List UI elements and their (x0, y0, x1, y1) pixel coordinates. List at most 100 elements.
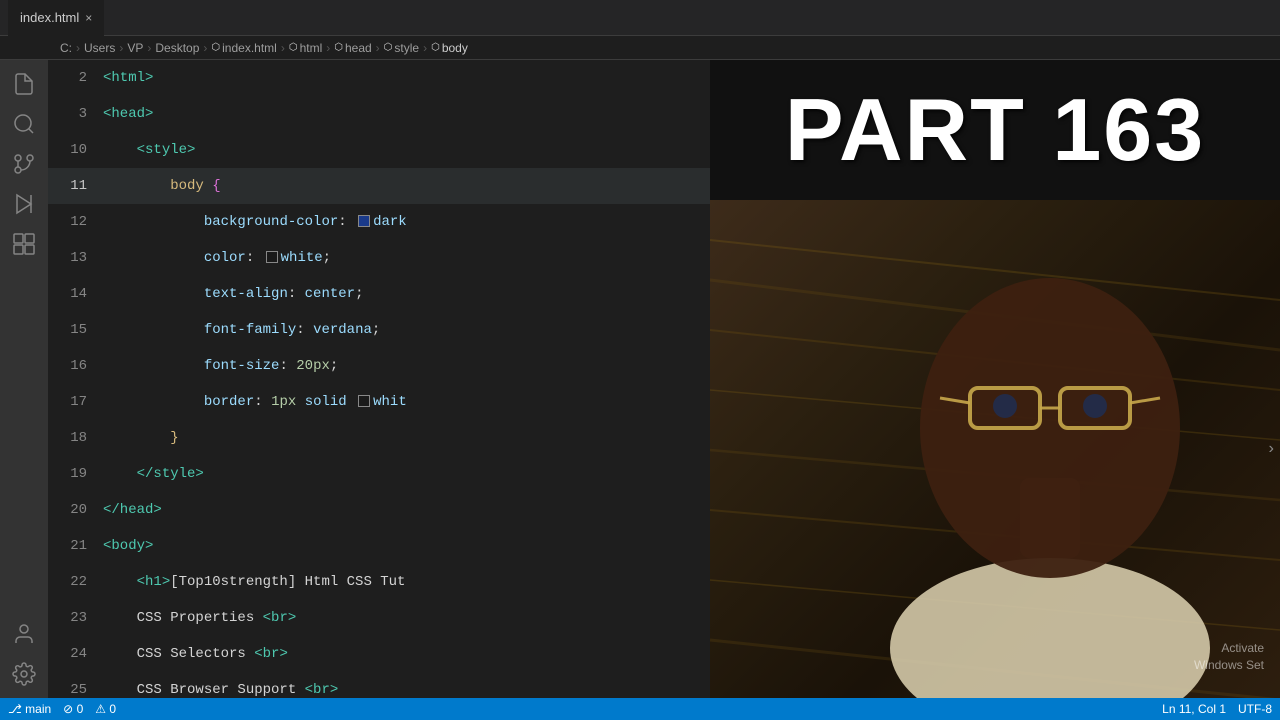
line-number: 19 (48, 456, 103, 492)
code-line-20: 20 </head> (48, 492, 758, 528)
breadcrumb-item: VP (127, 41, 143, 55)
extensions-icon[interactable] (8, 228, 40, 260)
line-number: 12 (48, 204, 103, 240)
color-swatch-white (358, 395, 370, 407)
activate-line1: Activate (1194, 640, 1264, 657)
code-line-21: 21 <body> (48, 528, 758, 564)
encoding: UTF-8 (1238, 702, 1272, 716)
status-bar: ⎇ main ⊘ 0 ⚠ 0 Ln 11, Col 1 UTF-8 (0, 698, 1280, 720)
part-title: PART 163 (785, 79, 1205, 181)
breadcrumb-item: style (394, 41, 419, 55)
line-number: 3 (48, 96, 103, 132)
line-number: 10 (48, 132, 103, 168)
line-content: CSS Properties <br> (103, 600, 758, 636)
code-line-2: 2 <html> (48, 60, 758, 96)
line-number: 15 (48, 312, 103, 348)
line-number: 16 (48, 348, 103, 384)
activate-watermark: Activate Windows Set (1194, 640, 1264, 674)
tab-bar: index.html × (0, 0, 1280, 36)
code-line-14: 14 text-align: center; (48, 276, 758, 312)
line-content: <style> (103, 132, 758, 168)
errors-count: ⊘ 0 (63, 702, 83, 716)
color-swatch-blue (358, 215, 370, 227)
code-content: 2 <html> 3 <head> 10 <style> (48, 60, 758, 698)
git-branch[interactable]: ⎇ main (8, 702, 51, 716)
activity-bar-bottom (8, 618, 40, 698)
line-content: border: 1px solid whit (103, 384, 758, 420)
line-number: 18 (48, 420, 103, 456)
scroll-right-arrow[interactable]: › (1266, 440, 1276, 458)
files-icon[interactable] (8, 68, 40, 100)
line-content: <h1>[Top10strength] Html CSS Tut (103, 564, 758, 600)
code-line-25: 25 CSS Browser Support <br> (48, 672, 758, 698)
line-content: </style> (103, 456, 758, 492)
code-line-13: 13 color: white; (48, 240, 758, 276)
line-number: 22 (48, 564, 103, 600)
line-content: font-family: verdana; (103, 312, 758, 348)
webcam-panel: Activate Windows Set › (710, 200, 1280, 698)
line-number: 21 (48, 528, 103, 564)
title-overlay: PART 163 (710, 60, 1280, 200)
breadcrumb-item: index.html (222, 41, 277, 55)
line-number: 23 (48, 600, 103, 636)
source-control-icon[interactable] (8, 148, 40, 180)
settings-icon[interactable] (8, 658, 40, 690)
editor-area: 2 <html> 3 <head> 10 <style> (48, 60, 1280, 698)
code-line-10: 10 <style> (48, 132, 758, 168)
line-content: </head> (103, 492, 758, 528)
breadcrumb-item: head (345, 41, 372, 55)
breadcrumb-item: Users (84, 41, 115, 55)
warnings-count: ⚠ 0 (95, 702, 116, 716)
breadcrumb: C: › Users › VP › Desktop › ⬡ index.html… (0, 36, 1280, 60)
code-line-24: 24 CSS Selectors <br> (48, 636, 758, 672)
line-content: font-size: 20px; (103, 348, 758, 384)
breadcrumb-item: Desktop (155, 41, 199, 55)
overlay-panel: PART 163 (710, 60, 1280, 698)
tab-close-button[interactable]: × (85, 11, 92, 25)
line-number: 20 (48, 492, 103, 528)
main-layout: 2 <html> 3 <head> 10 <style> (0, 60, 1280, 698)
color-swatch-black (266, 251, 278, 263)
person-silhouette (850, 200, 1250, 698)
code-line-15: 15 font-family: verdana; (48, 312, 758, 348)
line-content: <head> (103, 96, 758, 132)
line-number: 13 (48, 240, 103, 276)
line-number: 17 (48, 384, 103, 420)
breadcrumb-item: html (300, 41, 323, 55)
search-icon[interactable] (8, 108, 40, 140)
line-content: color: white; (103, 240, 758, 276)
line-number: 14 (48, 276, 103, 312)
run-icon[interactable] (8, 188, 40, 220)
code-line-19: 19 </style> (48, 456, 758, 492)
code-line-11: 11 body { (48, 168, 758, 204)
line-content: <body> (103, 528, 758, 564)
index-html-tab[interactable]: index.html × (8, 0, 104, 36)
line-content: background-color: dark (103, 204, 758, 240)
line-content: CSS Selectors <br> (103, 636, 758, 672)
line-content: } (103, 420, 758, 456)
code-editor[interactable]: 2 <html> 3 <head> 10 <style> (48, 60, 758, 698)
code-line-22: 22 <h1>[Top10strength] Html CSS Tut (48, 564, 758, 600)
activity-bar (0, 60, 48, 698)
code-line-3: 3 <head> (48, 96, 758, 132)
line-content: text-align: center; (103, 276, 758, 312)
line-col: Ln 11, Col 1 (1162, 702, 1226, 716)
line-content: body { (103, 168, 758, 204)
webcam-background: Activate Windows Set › (710, 200, 1280, 698)
line-number: 25 (48, 672, 103, 698)
line-number: 11 (48, 168, 103, 204)
line-number: 24 (48, 636, 103, 672)
account-icon[interactable] (8, 618, 40, 650)
line-number: 2 (48, 60, 103, 96)
code-line-18: 18 } (48, 420, 758, 456)
line-content: <html> (103, 60, 758, 96)
code-line-23: 23 CSS Properties <br> (48, 600, 758, 636)
line-content: CSS Browser Support <br> (103, 672, 758, 698)
status-bar-left: ⎇ main ⊘ 0 ⚠ 0 (8, 702, 116, 716)
activate-line2: Windows Set (1194, 657, 1264, 674)
code-line-17: 17 border: 1px solid whit (48, 384, 758, 420)
breadcrumb-item: body (442, 41, 468, 55)
code-line-12: 12 background-color: dark (48, 204, 758, 240)
status-bar-right: Ln 11, Col 1 UTF-8 (1162, 702, 1272, 716)
breadcrumb-item: C: (60, 41, 72, 55)
